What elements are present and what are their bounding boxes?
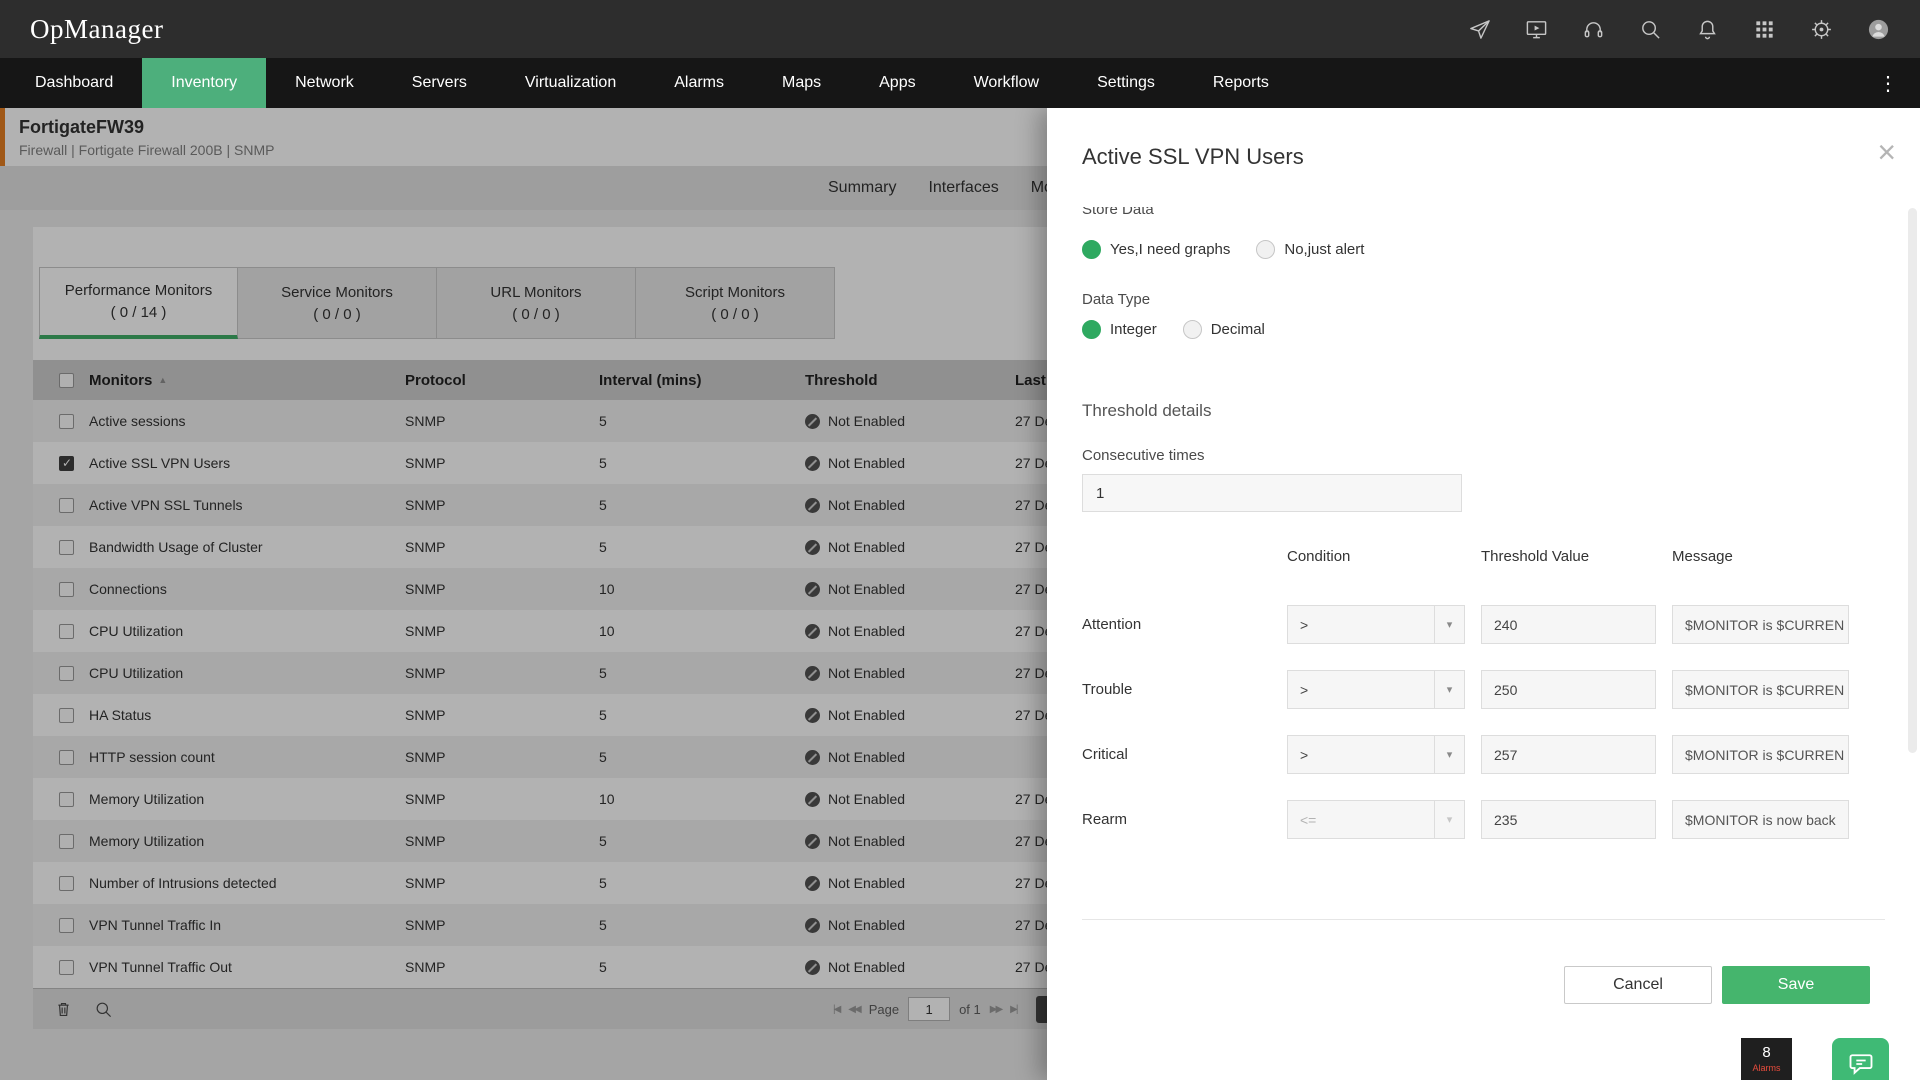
threshold-details-heading: Threshold details: [1082, 401, 1885, 421]
nav-item-alarms[interactable]: Alarms: [645, 58, 753, 108]
settings-gear-icon[interactable]: [1810, 18, 1833, 41]
condition-value: >: [1300, 617, 1308, 633]
message-input-critical[interactable]: $MONITOR is $CURREN: [1672, 735, 1849, 774]
message-input-trouble[interactable]: $MONITOR is $CURREN: [1672, 670, 1849, 709]
threshold-row-critical: Critical>▾257$MONITOR is $CURREN: [1082, 735, 1885, 774]
headset-icon[interactable]: [1582, 18, 1605, 41]
chat-bubble-icon: [1847, 1050, 1875, 1078]
screen-share-icon[interactable]: [1525, 18, 1548, 41]
data-type-radio-label: Integer: [1110, 321, 1157, 338]
chevron-down-icon: ▾: [1434, 736, 1464, 773]
app-logo: OpManager: [30, 14, 163, 45]
store-data-radio-label: Yes,I need graphs: [1110, 241, 1230, 258]
alarms-label: Alarms: [1752, 1063, 1780, 1073]
condition-select-attention[interactable]: >▾: [1287, 605, 1465, 644]
condition-select-trouble[interactable]: >▾: [1287, 670, 1465, 709]
nav-item-servers[interactable]: Servers: [383, 58, 496, 108]
condition-value: >: [1300, 682, 1308, 698]
alarms-count-badge[interactable]: 8 Alarms: [1741, 1038, 1792, 1080]
panel-title: Active SSL VPN Users: [1082, 144, 1304, 170]
panel-divider: [1082, 919, 1885, 920]
store-data-radio-group: Yes,I need graphs No,just alert: [1082, 240, 1885, 259]
nav-item-inventory[interactable]: Inventory: [142, 58, 266, 108]
user-avatar-icon[interactable]: [1867, 18, 1890, 41]
consecutive-times-input[interactable]: 1: [1082, 474, 1462, 512]
condition-select-rearm: <= ▾: [1287, 800, 1465, 839]
cancel-button[interactable]: Cancel: [1564, 966, 1712, 1004]
data-type-radio-integer[interactable]: [1082, 320, 1101, 339]
threshold-row-rearm: Rearm <= ▾ 235 $MONITOR is now back: [1082, 800, 1885, 839]
severity-label: Attention: [1082, 616, 1271, 633]
app-root: OpManager: [0, 0, 1920, 1080]
grid-header-message: Message: [1672, 548, 1849, 565]
message-input-rearm[interactable]: $MONITOR is now back: [1672, 800, 1849, 839]
threshold-grid-header: Condition Threshold Value Message: [1082, 548, 1885, 565]
alarms-count: 8: [1762, 1044, 1770, 1061]
nav-item-dashboard[interactable]: Dashboard: [6, 58, 142, 108]
nav-item-network[interactable]: Network: [266, 58, 383, 108]
severity-label: Trouble: [1082, 681, 1271, 698]
topbar-icons: [1468, 18, 1890, 41]
paper-plane-icon[interactable]: [1468, 18, 1491, 41]
nav-item-virtualization[interactable]: Virtualization: [496, 58, 645, 108]
chat-support-button[interactable]: [1832, 1038, 1889, 1080]
close-icon[interactable]: ×: [1877, 136, 1896, 168]
condition-value: >: [1300, 747, 1308, 763]
apps-grid-icon[interactable]: [1753, 18, 1776, 41]
chevron-down-icon: ▾: [1434, 606, 1464, 643]
chevron-down-icon: ▾: [1434, 671, 1464, 708]
data-type-label: Data Type: [1082, 291, 1885, 308]
data-type-radio-group: Integer Decimal: [1082, 320, 1885, 339]
panel-body: Store Data Yes,I need graphs No,just aler…: [1047, 207, 1920, 1080]
nav-overflow-kebab-icon[interactable]: ⋮: [1870, 58, 1906, 108]
threshold-row-trouble: Trouble>▾250$MONITOR is $CURREN: [1082, 670, 1885, 709]
condition-value: <=: [1300, 812, 1316, 828]
main-nav: DashboardInventoryNetworkServersVirtuali…: [0, 58, 1920, 108]
nav-item-reports[interactable]: Reports: [1184, 58, 1298, 108]
nav-items: DashboardInventoryNetworkServersVirtuali…: [6, 58, 1298, 108]
threshold-value-input-rearm[interactable]: 235: [1481, 800, 1656, 839]
threshold-value-input-trouble[interactable]: 250: [1481, 670, 1656, 709]
grid-header-condition: Condition: [1287, 548, 1465, 565]
threshold-config-panel: Active SSL VPN Users × Store Data Yes,I …: [1047, 108, 1920, 1080]
consecutive-times-label: Consecutive times: [1082, 447, 1885, 464]
threshold-value-input-critical[interactable]: 257: [1481, 735, 1656, 774]
panel-scrollbar[interactable]: [1908, 208, 1917, 753]
panel-actions: Cancel Save: [1082, 966, 1885, 1004]
threshold-grid-rows: Attention>▾240$MONITOR is $CURRENTrouble…: [1082, 605, 1885, 839]
store-data-radio-no-just-alert[interactable]: [1256, 240, 1275, 259]
data-type-radio-decimal[interactable]: [1183, 320, 1202, 339]
severity-label: Rearm: [1082, 811, 1271, 828]
data-type-radio-label: Decimal: [1211, 321, 1265, 338]
chevron-down-icon: ▾: [1434, 801, 1464, 838]
notifications-icon[interactable]: [1696, 18, 1719, 41]
severity-label: Critical: [1082, 746, 1271, 763]
main-region: FortigateFW39 Firewall | Fortigate Firew…: [0, 108, 1920, 1080]
condition-select-critical[interactable]: >▾: [1287, 735, 1465, 774]
grid-header-threshold-value: Threshold Value: [1481, 548, 1656, 565]
store-data-label: Store Data: [1082, 207, 1885, 218]
nav-item-settings[interactable]: Settings: [1068, 58, 1184, 108]
top-bar: OpManager: [0, 0, 1920, 58]
store-data-radio-yes-i-need-graphs[interactable]: [1082, 240, 1101, 259]
message-input-attention[interactable]: $MONITOR is $CURREN: [1672, 605, 1849, 644]
nav-item-maps[interactable]: Maps: [753, 58, 850, 108]
threshold-value-input-attention[interactable]: 240: [1481, 605, 1656, 644]
nav-item-workflow[interactable]: Workflow: [945, 58, 1069, 108]
nav-item-apps[interactable]: Apps: [850, 58, 944, 108]
search-icon[interactable]: [1639, 18, 1662, 41]
store-data-radio-label: No,just alert: [1284, 241, 1364, 258]
save-button[interactable]: Save: [1722, 966, 1870, 1004]
threshold-row-attention: Attention>▾240$MONITOR is $CURREN: [1082, 605, 1885, 644]
